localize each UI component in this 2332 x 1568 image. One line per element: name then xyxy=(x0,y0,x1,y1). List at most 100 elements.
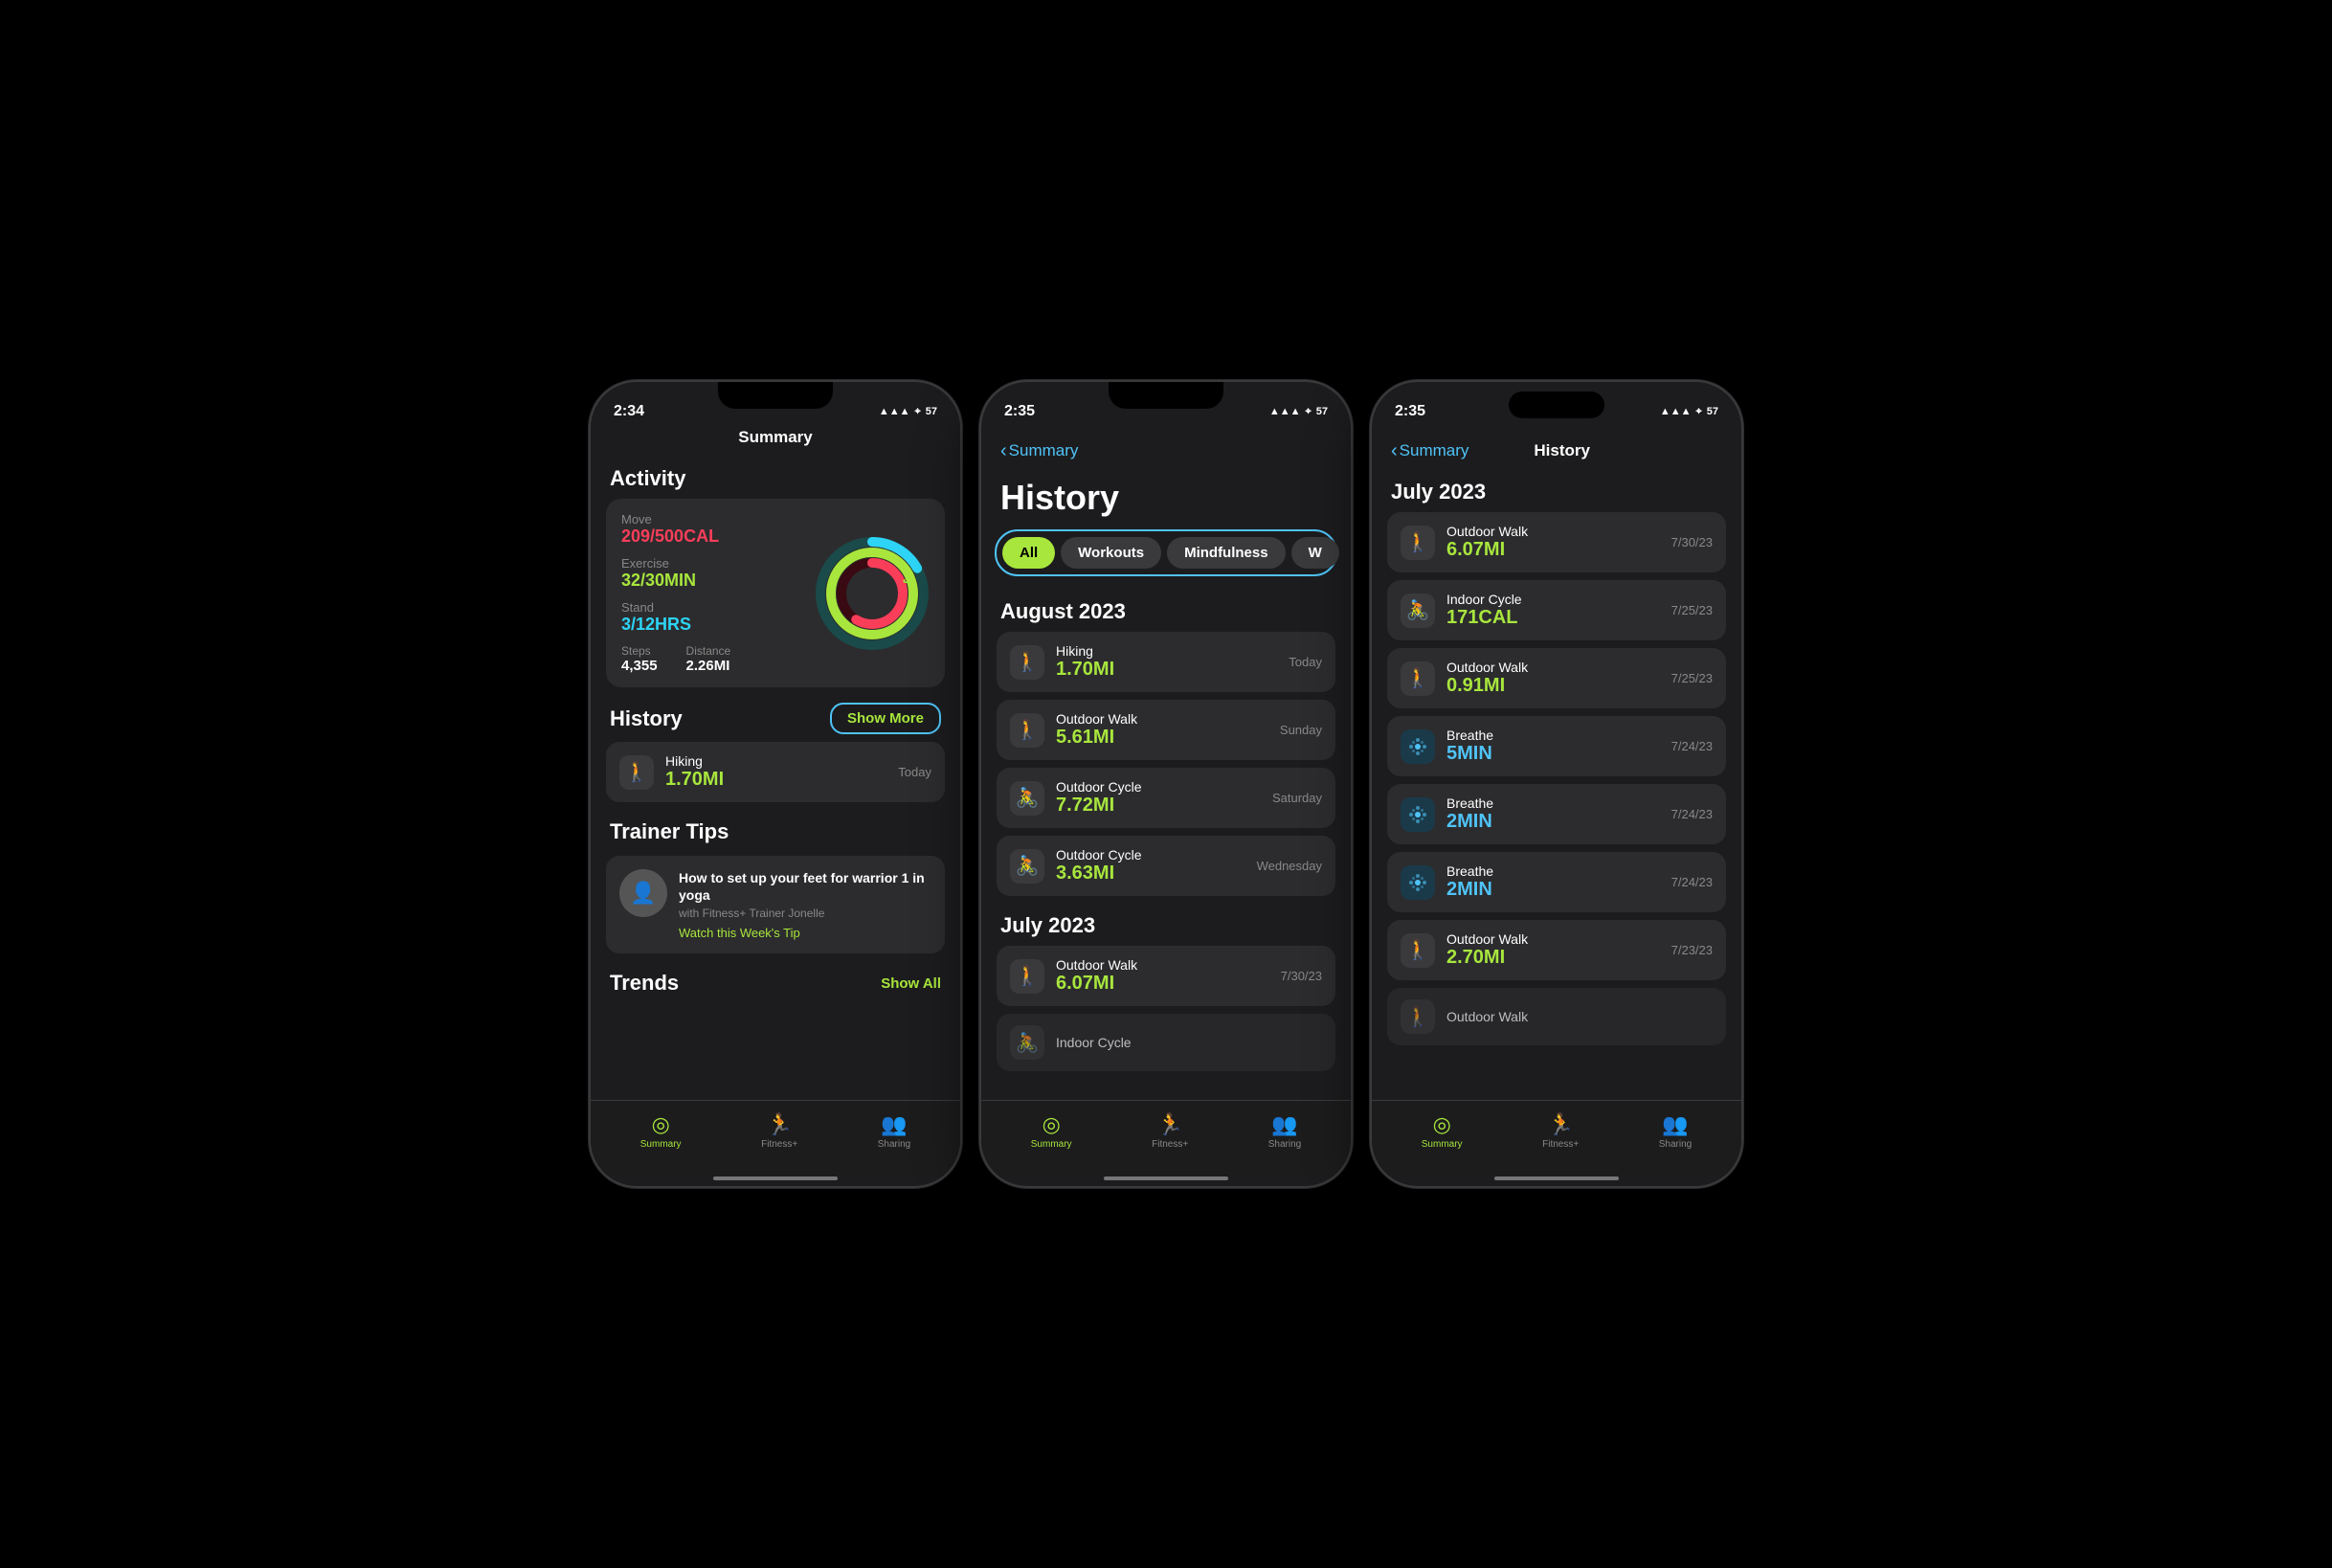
history-info-2b: Outdoor Walk 5.61MI xyxy=(1056,711,1268,749)
breathe-icon-3d xyxy=(1401,729,1435,764)
back-chevron-3: ‹ xyxy=(1391,440,1398,462)
tab-sharing-2[interactable]: 👥 Sharing xyxy=(1268,1112,1301,1150)
history-date-3e: 7/24/23 xyxy=(1671,807,1713,821)
filter-w[interactable]: W xyxy=(1291,537,1339,569)
history-workout-row[interactable]: 🚶 Hiking 1.70MI Today xyxy=(606,742,945,802)
steps-value: 4,355 xyxy=(621,658,658,674)
list-item[interactable]: 🚶 Outdoor Walk 5.61MI Sunday xyxy=(997,700,1335,760)
history-name-3a: Outdoor Walk xyxy=(1446,524,1660,539)
workout-date: Today xyxy=(898,765,931,779)
battery-icon-2: 57 xyxy=(1316,406,1328,417)
tab-fitness-2[interactable]: 🏃 Fitness+ xyxy=(1152,1112,1188,1150)
workout-name: Hiking xyxy=(665,753,886,769)
activity-section-header: Activity xyxy=(591,457,960,499)
status-icons-2: ▲▲▲ ⌖ 57 xyxy=(1269,406,1328,418)
sharing-tab-icon-1: 👥 xyxy=(881,1112,907,1137)
history-name-2f: Indoor Cycle xyxy=(1056,1035,1322,1050)
history-list-3: 🚶 Outdoor Walk 6.07MI 7/30/23 🚴 Indoor C… xyxy=(1372,512,1741,1053)
trainer-sub: with Fitness+ Trainer Jonelle xyxy=(679,907,931,920)
dynamic-island xyxy=(1509,392,1604,418)
nav-bar-3: ‹ Summary History xyxy=(1372,428,1741,470)
screen-content-1: Summary Activity Move 209/500CAL Exercis… xyxy=(591,428,960,1100)
wifi-icon-2: ⌖ xyxy=(1306,406,1312,418)
history-date-3g: 7/23/23 xyxy=(1671,943,1713,957)
sharing-tab-icon-2: 👥 xyxy=(1271,1112,1297,1137)
home-indicator-1 xyxy=(713,1176,838,1180)
history-name-3c: Outdoor Walk xyxy=(1446,660,1660,675)
wifi-icon-1: ⌖ xyxy=(915,406,921,418)
tab-fitness-3[interactable]: 🏃 Fitness+ xyxy=(1542,1112,1579,1150)
history-info-3b: Indoor Cycle 171CAL xyxy=(1446,592,1660,629)
battery-icon-1: 57 xyxy=(926,406,937,417)
list-item[interactable]: 🚶 Outdoor Walk 2.70MI 7/23/23 xyxy=(1387,920,1726,980)
filter-mindfulness[interactable]: Mindfulness xyxy=(1167,537,1286,569)
svg-text:↪: ↪ xyxy=(903,575,912,589)
history-val-3c: 0.91MI xyxy=(1446,675,1660,697)
history-info-3e: Breathe 2MIN xyxy=(1446,795,1660,833)
exercise-row: Exercise 32/30MIN xyxy=(621,556,815,591)
cycle-icon-2c: 🚴 xyxy=(1010,781,1044,816)
summary-tab-icon-3: ◎ xyxy=(1433,1112,1451,1137)
history-date-2b: Sunday xyxy=(1280,723,1322,737)
workout-info: Hiking 1.70MI xyxy=(665,753,886,791)
activity-ring: ↪ xyxy=(815,536,930,651)
history-info-3f: Breathe 2MIN xyxy=(1446,863,1660,901)
status-time-1: 2:34 xyxy=(614,403,644,420)
fitness-tab-icon-3: 🏃 xyxy=(1547,1112,1573,1137)
nav-title-3: History xyxy=(1469,441,1655,460)
tab-sharing-1[interactable]: 👥 Sharing xyxy=(878,1112,910,1150)
list-item[interactable]: 🚶 Outdoor Walk 6.07MI 7/30/23 xyxy=(997,946,1335,1006)
steps-item: Steps 4,355 xyxy=(621,644,658,674)
phones-container: 2:34 ▲▲▲ ⌖ 57 Summary Activity Move 209/… xyxy=(589,380,1743,1188)
trends-show-link[interactable]: Show All xyxy=(881,975,941,992)
distance-item: Distance 2.26MI xyxy=(686,644,731,674)
list-item[interactable]: 🚶 Outdoor Walk xyxy=(1387,988,1726,1045)
nav-back-3[interactable]: ‹ Summary xyxy=(1391,440,1469,462)
signal-icon-1: ▲▲▲ xyxy=(879,406,910,417)
tab-sharing-3[interactable]: 👥 Sharing xyxy=(1659,1112,1692,1150)
tab-summary-3[interactable]: ◎ Summary xyxy=(1422,1112,1463,1150)
tab-summary-1[interactable]: ◎ Summary xyxy=(640,1112,682,1150)
list-item[interactable]: 🚶 Outdoor Walk 0.91MI 7/25/23 xyxy=(1387,648,1726,708)
exercise-label: Exercise xyxy=(621,556,815,571)
list-item[interactable]: 🚴 Indoor Cycle xyxy=(997,1014,1335,1071)
breathe-icon-3e xyxy=(1401,797,1435,832)
list-item[interactable]: 🚶 Outdoor Walk 6.07MI 7/30/23 xyxy=(1387,512,1726,572)
history-val-2a: 1.70MI xyxy=(1056,659,1277,681)
july-header-2: July 2023 xyxy=(981,904,1351,946)
activity-bottom: Steps 4,355 Distance 2.26MI xyxy=(621,644,815,674)
list-item[interactable]: 🚴 Outdoor Cycle 3.63MI Wednesday xyxy=(997,836,1335,896)
history-name-3g: Outdoor Walk xyxy=(1446,931,1660,947)
filter-workouts[interactable]: Workouts xyxy=(1061,537,1161,569)
distance-label: Distance xyxy=(686,644,731,658)
sharing-tab-label-1: Sharing xyxy=(878,1139,910,1150)
phone-3: 2:35 ▲▲▲ ⌖ 57 ‹ Summary History July 202… xyxy=(1370,380,1743,1188)
history-val-3f: 2MIN xyxy=(1446,879,1660,901)
list-item[interactable]: 🚶 Hiking 1.70MI Today xyxy=(997,632,1335,692)
show-more-button[interactable]: Show More xyxy=(830,703,941,734)
nav-back-2[interactable]: ‹ Summary xyxy=(1000,440,1078,462)
trainer-avatar: 👤 xyxy=(619,869,667,917)
fitness-tab-label-3: Fitness+ xyxy=(1542,1139,1579,1150)
tab-summary-2[interactable]: ◎ Summary xyxy=(1031,1112,1072,1150)
list-item[interactable]: 🚴 Indoor Cycle 171CAL 7/25/23 xyxy=(1387,580,1726,640)
stand-row: Stand 3/12HRS xyxy=(621,600,815,635)
sharing-tab-icon-3: 👥 xyxy=(1662,1112,1688,1137)
signal-icon-2: ▲▲▲ xyxy=(1269,406,1301,417)
walk-icon-3g: 🚶 xyxy=(1401,933,1435,968)
list-item[interactable]: Breathe 2MIN 7/24/23 xyxy=(1387,852,1726,912)
history-name-3h: Outdoor Walk xyxy=(1446,1009,1713,1024)
list-item[interactable]: Breathe 5MIN 7/24/23 xyxy=(1387,716,1726,776)
filter-all[interactable]: All xyxy=(1002,537,1055,569)
tab-bar-1: ◎ Summary 🏃 Fitness+ 👥 Sharing xyxy=(591,1100,960,1176)
sharing-tab-label-2: Sharing xyxy=(1268,1139,1301,1150)
history-date-2d: Wednesday xyxy=(1257,859,1322,873)
list-item[interactable]: Breathe 2MIN 7/24/23 xyxy=(1387,784,1726,844)
list-item[interactable]: 🚴 Outdoor Cycle 7.72MI Saturday xyxy=(997,768,1335,828)
move-row: Move 209/500CAL xyxy=(621,512,815,547)
trainer-link[interactable]: Watch this Week's Tip xyxy=(679,926,931,940)
wifi-icon-3: ⌖ xyxy=(1696,406,1702,418)
tab-fitness-1[interactable]: 🏃 Fitness+ xyxy=(761,1112,797,1150)
fitness-tab-label-1: Fitness+ xyxy=(761,1139,797,1150)
trainer-section: 👤 How to set up your feet for warrior 1 … xyxy=(591,852,960,963)
